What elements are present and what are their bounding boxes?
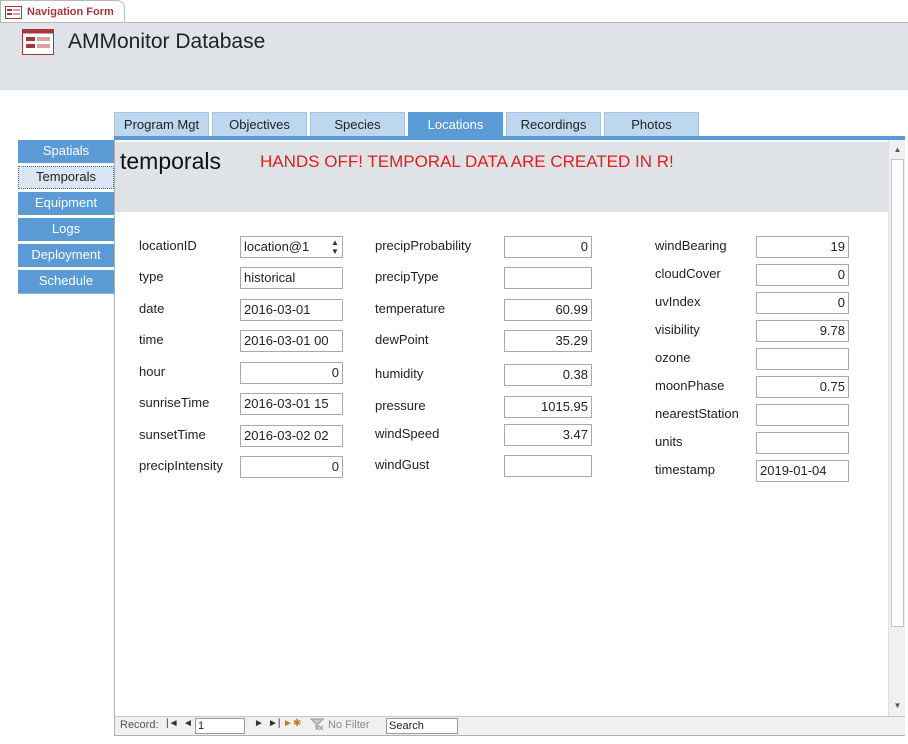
next-record-icon[interactable]: ► xyxy=(254,718,264,729)
filter-status[interactable]: No Filter xyxy=(328,719,370,731)
label-pressure: pressure xyxy=(375,398,426,413)
tab-program-mgt[interactable]: Program Mgt xyxy=(114,112,209,136)
label-precipintensity: precipIntensity xyxy=(139,458,223,473)
field-sunsettime[interactable]: 2016-03-02 02 xyxy=(240,425,343,447)
form-icon xyxy=(5,6,22,22)
label-windspeed: windSpeed xyxy=(375,426,440,441)
document-tab-navigation-form[interactable]: Navigation Form xyxy=(0,0,125,23)
previous-record-icon[interactable]: ◄ xyxy=(183,718,193,729)
subform-title: temporals xyxy=(120,148,221,174)
field-cloudcover[interactable]: 0 xyxy=(756,264,849,286)
label-timestamp: timestamp xyxy=(655,462,715,477)
label-visibility: visibility xyxy=(655,322,700,337)
field-locationid-value: location@1 xyxy=(244,239,310,254)
label-sunrisetime: sunriseTime xyxy=(139,395,210,410)
tab-photos[interactable]: Photos xyxy=(604,112,699,136)
label-humidity: humidity xyxy=(375,366,424,381)
field-visibility[interactable]: 9.78 xyxy=(756,320,849,342)
form-header: AMMonitor Database xyxy=(0,22,908,90)
left-nav-spatials[interactable]: Spatials xyxy=(18,140,114,163)
label-windbearing: windBearing xyxy=(655,238,727,253)
field-date[interactable]: 2016-03-01 xyxy=(240,299,343,321)
field-windgust[interactable] xyxy=(504,455,592,477)
document-tab-strip: Navigation Form xyxy=(0,0,908,23)
field-time[interactable]: 2016-03-01 00 xyxy=(240,330,343,352)
spinner-arrows-icon[interactable]: ▲ ▼ xyxy=(330,238,340,256)
field-uvindex[interactable]: 0 xyxy=(756,292,849,314)
field-neareststation[interactable] xyxy=(756,404,849,426)
field-dewpoint[interactable]: 35.29 xyxy=(504,330,592,352)
field-moonphase[interactable]: 0.75 xyxy=(756,376,849,398)
label-uvindex: uvIndex xyxy=(655,294,701,309)
label-ozone: ozone xyxy=(655,350,691,365)
label-date: date xyxy=(139,301,165,316)
current-record-input[interactable]: 1 xyxy=(195,718,245,734)
subform-header: temporals HANDS OFF! TEMPORAL DATA ARE C… xyxy=(115,142,888,212)
field-windbearing[interactable]: 19 xyxy=(756,236,849,258)
scroll-thumb[interactable] xyxy=(891,159,904,627)
label-dewpoint: dewPoint xyxy=(375,332,429,347)
left-nav-temporals[interactable]: Temporals xyxy=(18,166,114,189)
temporals-subform: temporals HANDS OFF! TEMPORAL DATA ARE C… xyxy=(114,140,905,736)
field-locationid[interactable]: location@1 ▲ ▼ xyxy=(240,236,343,258)
tab-recordings[interactable]: Recordings xyxy=(506,112,601,136)
field-windspeed[interactable]: 3.47 xyxy=(504,424,592,446)
label-hour: hour xyxy=(139,364,166,379)
left-nav-equipment[interactable]: Equipment xyxy=(18,192,114,215)
label-type: type xyxy=(139,269,164,284)
label-neareststation: nearestStation xyxy=(655,406,739,421)
document-tab-title: Navigation Form xyxy=(27,6,114,18)
no-filter-icon[interactable] xyxy=(309,717,325,734)
first-record-icon[interactable]: |◄ xyxy=(166,718,179,729)
scroll-up-arrow-icon[interactable]: ▲ xyxy=(890,142,905,157)
left-nav-logs[interactable]: Logs xyxy=(18,218,114,241)
field-pressure[interactable]: 1015.95 xyxy=(504,396,592,418)
field-ozone[interactable] xyxy=(756,348,849,370)
tab-objectives[interactable]: Objectives xyxy=(212,112,307,136)
label-units: units xyxy=(655,434,683,449)
page-title: AMMonitor Database xyxy=(68,30,266,53)
warning-message: HANDS OFF! TEMPORAL DATA ARE CREATED IN … xyxy=(260,152,674,171)
label-preciptype: precipType xyxy=(375,269,439,284)
last-record-icon[interactable]: ►| xyxy=(268,718,281,729)
scroll-down-arrow-icon[interactable]: ▼ xyxy=(890,698,905,713)
field-timestamp[interactable]: 2019-01-04 xyxy=(756,460,849,482)
label-windgust: windGust xyxy=(375,457,430,472)
record-label: Record: xyxy=(120,719,159,731)
field-temperature[interactable]: 60.99 xyxy=(504,299,592,321)
left-nav-schedule[interactable]: Schedule xyxy=(18,270,114,293)
label-time: time xyxy=(139,332,164,347)
label-moonphase: moonPhase xyxy=(655,378,725,393)
new-record-icon[interactable]: ►✱ xyxy=(283,718,301,729)
field-hour[interactable]: 0 xyxy=(240,362,343,384)
label-cloudcover: cloudCover xyxy=(655,266,721,281)
field-units[interactable] xyxy=(756,432,849,454)
record-navigation-bar: Record: |◄ ◄ 1 ► ►| ►✱ No Filter Search xyxy=(115,716,905,735)
vertical-scrollbar[interactable]: ▲ ▼ xyxy=(888,140,905,716)
tab-locations[interactable]: Locations xyxy=(408,112,503,137)
field-humidity[interactable]: 0.38 xyxy=(504,364,592,386)
left-nav-divider xyxy=(18,293,114,294)
left-nav-deployment[interactable]: Deployment xyxy=(18,244,114,267)
field-precipintensity[interactable]: 0 xyxy=(240,456,343,478)
label-precipprobability: precipProbability xyxy=(375,238,472,253)
tab-species[interactable]: Species xyxy=(310,112,405,136)
label-temperature: temperature xyxy=(375,301,446,316)
field-sunrisetime[interactable]: 2016-03-01 15 xyxy=(240,393,343,415)
field-type[interactable]: historical xyxy=(240,267,343,289)
form-icon xyxy=(22,29,54,58)
search-input[interactable]: Search xyxy=(386,718,458,734)
label-locationid: locationID xyxy=(139,238,197,253)
label-sunsettime: sunsetTime xyxy=(139,427,206,442)
field-precipprobability[interactable]: 0 xyxy=(504,236,592,258)
field-preciptype[interactable] xyxy=(504,267,592,289)
